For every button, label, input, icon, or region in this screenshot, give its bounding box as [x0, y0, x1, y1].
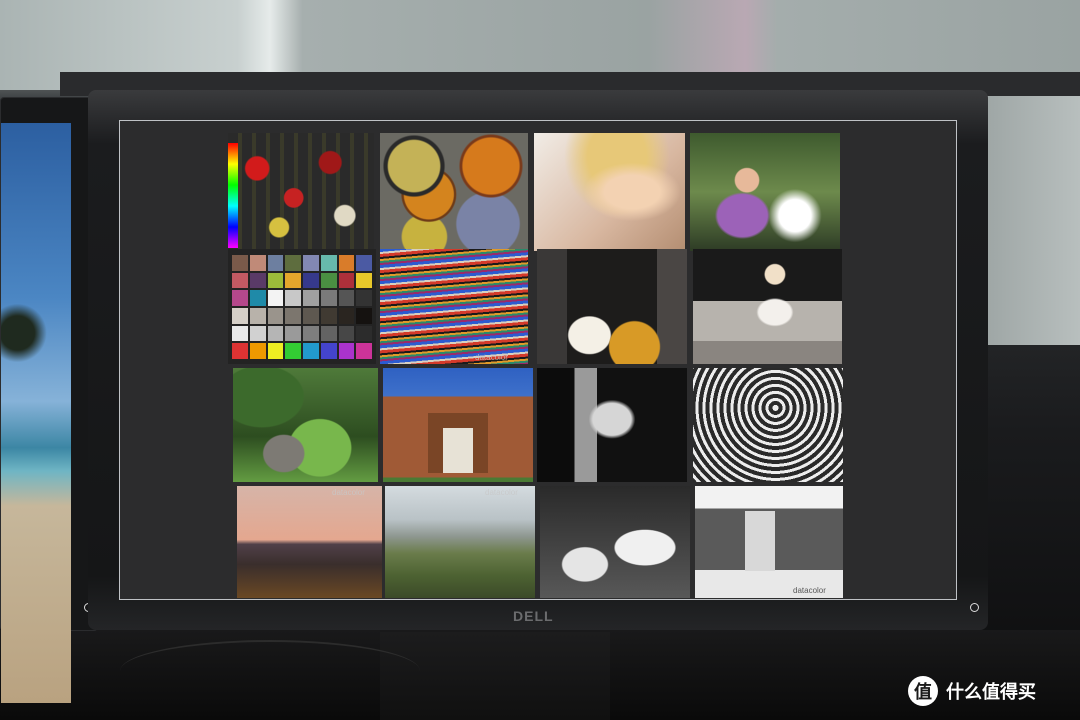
tile-watermark: datacolor — [793, 586, 826, 595]
color-checker-patch — [303, 290, 319, 306]
color-checker-patch — [338, 272, 355, 289]
tile-watermark: datacolor — [475, 353, 508, 362]
photo-tile-motorcycle — [540, 486, 690, 598]
photo-tile-portrait-blonde — [534, 133, 685, 251]
color-checker-patch — [249, 290, 266, 306]
color-checker-patch — [338, 325, 355, 342]
photo-tile-girl-flowers — [690, 133, 840, 251]
color-checker-patch — [303, 272, 319, 289]
color-checker-patch — [356, 255, 372, 271]
color-checker-patch — [303, 308, 319, 324]
tile-watermark: datacolor — [332, 488, 365, 497]
color-checker-patch — [232, 290, 248, 306]
photo-tile-singer — [693, 249, 842, 364]
photo-tile-tuscany: datacolor — [385, 486, 535, 598]
color-checker-patch — [356, 343, 372, 359]
color-checker-patch — [285, 255, 301, 271]
color-checker-patch — [285, 343, 301, 359]
color-checker-patch — [285, 308, 301, 324]
site-watermark: 值 什么值得买 — [908, 676, 1036, 706]
color-checker-patch — [356, 325, 372, 342]
photo-tile-fabric: datacolor — [380, 249, 528, 364]
color-checker-patch — [249, 272, 266, 289]
color-checker-patch — [267, 290, 284, 306]
color-checker-patch — [232, 272, 248, 289]
left-screen-tree — [1, 303, 56, 363]
photo-tile-sunset: datacolor — [237, 486, 382, 598]
color-checker-patch — [267, 343, 284, 359]
color-checker-patch — [267, 255, 284, 271]
left-monitor — [0, 97, 98, 703]
photo-tile-plates — [380, 133, 528, 251]
color-checker-patch — [249, 308, 266, 324]
color-checker-patch — [356, 308, 372, 324]
color-checker-patch — [303, 343, 319, 359]
color-checker-patch — [285, 325, 301, 342]
color-checker-patch — [338, 255, 355, 271]
left-monitor-screen — [1, 123, 71, 703]
color-checker-patch — [320, 290, 337, 306]
site-watermark-text: 什么值得买 — [946, 682, 1036, 702]
color-checker-patch — [285, 290, 301, 306]
cable — [120, 640, 420, 702]
cubicle-partition — [985, 95, 1080, 345]
photo-tile-church — [383, 368, 533, 482]
photo-tile-bw-castle: datacolor — [695, 486, 843, 598]
color-checker-patch — [232, 343, 248, 359]
color-checker-patch — [338, 343, 355, 359]
photo-tile-guitarist — [537, 249, 687, 364]
color-checker-patch — [232, 325, 248, 342]
color-checker-patch — [303, 255, 319, 271]
color-checker-patch — [320, 272, 337, 289]
color-checker-patch — [356, 272, 372, 289]
color-checker-patch — [267, 325, 284, 342]
color-checker-patch — [232, 255, 248, 271]
tile-watermark: datacolor — [485, 488, 518, 497]
color-checker-patch — [338, 290, 355, 306]
color-checker-patch — [338, 308, 355, 324]
color-checker-patch — [249, 255, 266, 271]
color-checker-patch — [320, 308, 337, 324]
color-checker-patch — [320, 343, 337, 359]
color-checker-patch — [249, 325, 266, 342]
color-checker-patch — [303, 325, 319, 342]
photo-tile-bw-portrait — [537, 368, 687, 482]
photo-tile-spiral-stairs — [693, 368, 843, 482]
color-checker-patch — [267, 272, 284, 289]
photo-tile-garden — [233, 368, 378, 482]
color-checker-grid — [232, 255, 372, 359]
photo-tile-color-checker — [228, 249, 376, 364]
color-checker-patch — [267, 308, 284, 324]
color-checker-patch — [320, 255, 337, 271]
color-checker-patch — [249, 343, 266, 359]
color-checker-patch — [320, 325, 337, 342]
photo-tile-peppers — [228, 133, 374, 251]
color-checker-patch — [285, 272, 301, 289]
color-checker-patch — [356, 290, 372, 306]
main-monitor-power-icon[interactable] — [970, 603, 979, 612]
monitor-brand-logo: DELL — [513, 608, 554, 624]
site-logo-icon: 值 — [908, 676, 938, 706]
color-checker-patch — [232, 308, 248, 324]
